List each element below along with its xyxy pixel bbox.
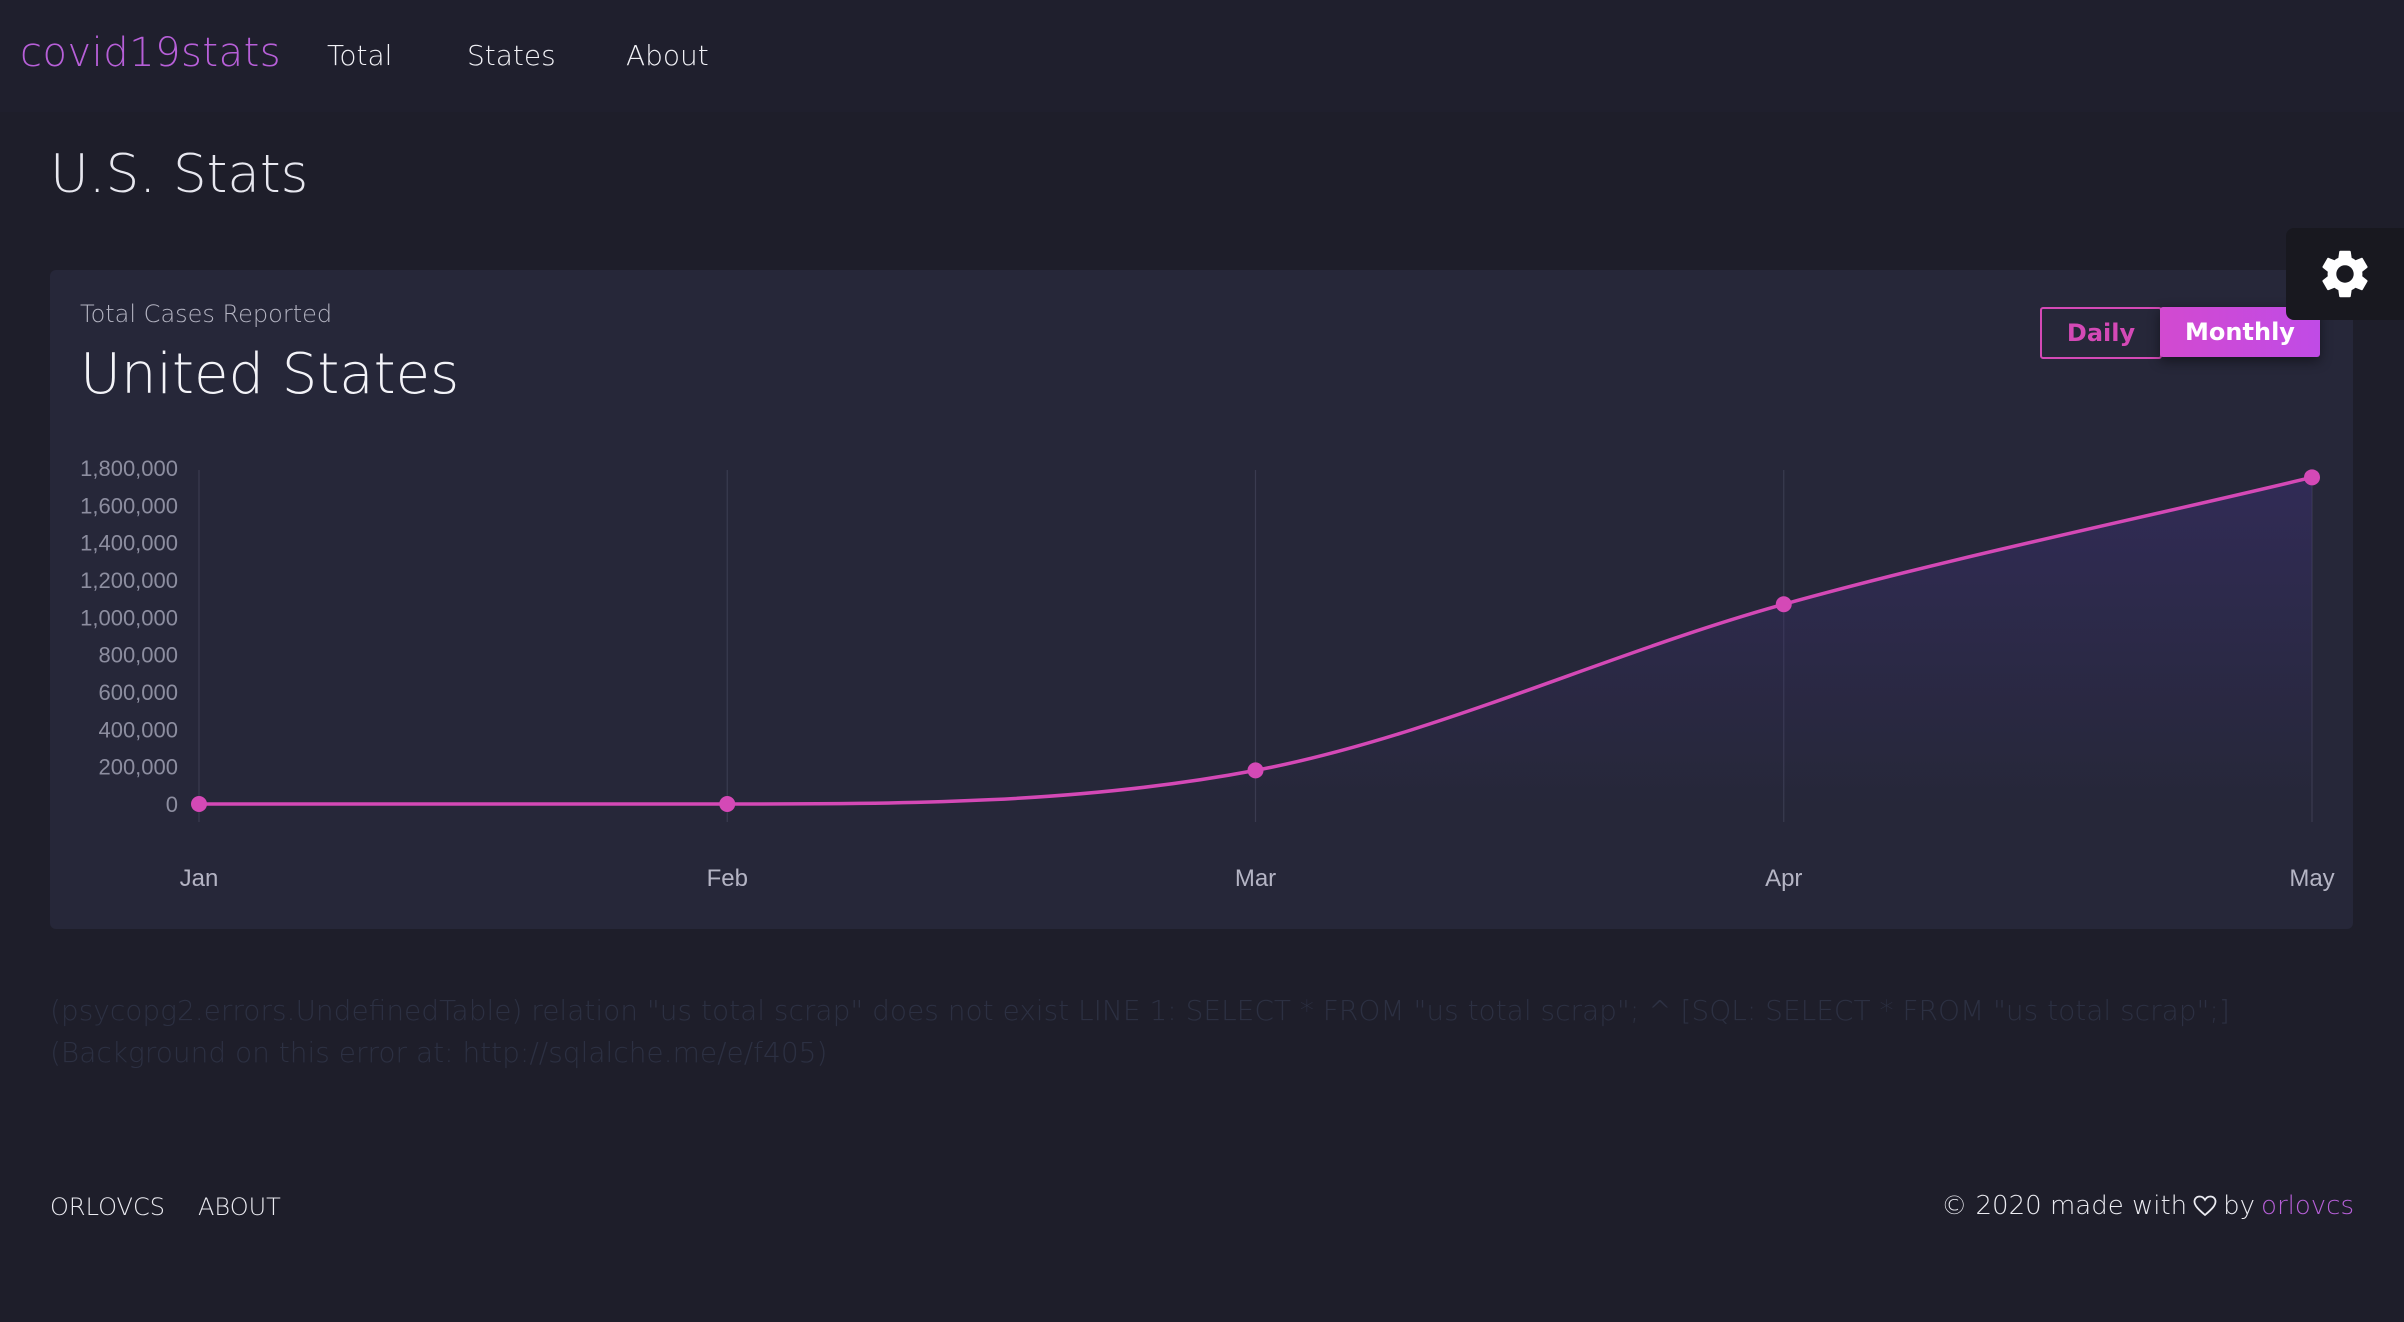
settings-button[interactable] — [2286, 228, 2404, 320]
nav-link-about[interactable]: About — [626, 39, 709, 72]
y-tick-label: 200,000 — [98, 755, 178, 780]
y-tick-label: 0 — [166, 792, 178, 817]
data-point-jan[interactable] — [191, 796, 207, 812]
footer-copyright: © 2020 made with — [1941, 1191, 2188, 1221]
cases-line-chart: 0 200,000 400,000 600,000 800,000 1,000,000 1,… — [80, 456, 2335, 892]
y-tick-label: 1,200,000 — [80, 568, 178, 593]
data-point-apr[interactable] — [1775, 596, 1792, 613]
y-tick-label: 1,800,000 — [80, 456, 178, 481]
y-tick-label: 400,000 — [98, 717, 178, 742]
x-tick-label-apr: Apr — [1765, 865, 1802, 892]
x-tick-label-feb: Feb — [707, 865, 748, 892]
heart-icon — [2193, 1195, 2217, 1217]
footer-credits: © 2020 made with by orlovcs — [1941, 1191, 2354, 1221]
gear-icon — [2322, 250, 2368, 298]
y-tick-label: 1,400,000 — [80, 531, 178, 556]
footer-link-about[interactable]: ABOUT — [198, 1193, 281, 1221]
page-title: U.S. Stats — [50, 144, 309, 205]
chart-card: Total Cases Reported United States Daily… — [50, 270, 2353, 929]
error-message: (psycopg2.errors.UndefinedTable) relatio… — [50, 994, 2230, 1069]
x-tick-label-may: May — [2289, 865, 2334, 892]
nav-link-total[interactable]: Total — [327, 39, 392, 72]
nav-link-states[interactable]: States — [467, 39, 556, 72]
data-point-may[interactable] — [2304, 469, 2320, 486]
navbar: covid19stats Total States About — [0, 0, 2404, 112]
y-tick-label: 600,000 — [98, 680, 178, 705]
data-point-mar[interactable] — [1247, 762, 1264, 779]
footer-by: by — [2223, 1191, 2256, 1221]
brand-logo[interactable]: covid19stats — [20, 30, 281, 76]
y-tick-label: 800,000 — [98, 643, 178, 668]
y-tick-label: 1,000,000 — [80, 605, 178, 630]
footer-link-orlovcs[interactable]: ORLOVCS — [50, 1193, 165, 1221]
data-point-feb[interactable] — [719, 796, 736, 812]
x-tick-label-jan: Jan — [180, 865, 219, 892]
footer-author-link[interactable]: orlovcs — [2261, 1191, 2354, 1221]
x-tick-label-mar: Mar — [1235, 865, 1276, 892]
y-tick-label: 1,600,000 — [80, 493, 178, 518]
